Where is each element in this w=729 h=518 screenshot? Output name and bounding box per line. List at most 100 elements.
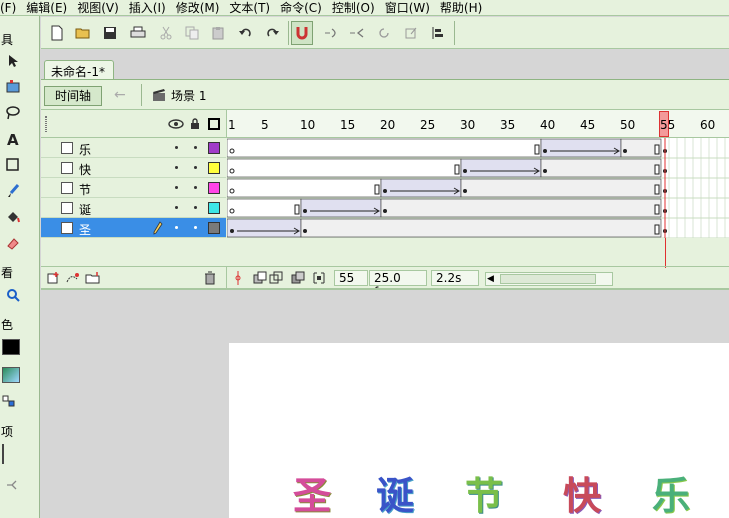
insert-layer-folder-icon[interactable] (85, 271, 101, 285)
visibility-dot[interactable] (175, 146, 178, 149)
stage-char-le[interactable]: 乐 (652, 465, 690, 518)
layer-row-kuai[interactable]: 快 (41, 158, 226, 178)
menu-insert[interactable]: 插入(I) (124, 0, 171, 16)
menu-edit[interactable]: 编辑(E) (21, 0, 72, 16)
pencil-icon (153, 221, 163, 235)
scroll-left-arrow-icon[interactable]: ◀ (487, 273, 494, 285)
delete-layer-icon[interactable] (204, 271, 216, 285)
open-file-button[interactable] (74, 24, 92, 42)
stage-char-dan[interactable]: 诞 (376, 465, 414, 518)
menu-window[interactable]: 窗口(W) (380, 0, 435, 16)
frame-rate-readout[interactable]: 25.0 fps (369, 270, 427, 299)
onion-skin-icon[interactable] (253, 271, 267, 285)
copy-icon (185, 26, 199, 40)
copy-button (183, 24, 201, 42)
open-folder-icon (75, 28, 90, 39)
stage-char-kuai[interactable]: 快 (563, 465, 601, 518)
timeline-toggle-button[interactable]: 时间轴 (44, 86, 102, 106)
lock-dot[interactable] (194, 206, 197, 209)
visibility-dot[interactable] (175, 166, 178, 169)
visibility-dot[interactable] (175, 206, 178, 209)
layer-name[interactable]: 圣 (79, 221, 91, 238)
layer-row-sheng[interactable]: 圣 (41, 218, 226, 238)
scale-icon (405, 27, 417, 39)
lasso-tool-icon[interactable] (6, 106, 20, 120)
lock-dot[interactable] (194, 166, 197, 169)
frame-grid[interactable] (227, 138, 729, 238)
layer-row-dan[interactable]: 诞 (41, 198, 226, 218)
text-tool-icon[interactable]: A (6, 132, 20, 146)
layer-name[interactable]: 诞 (79, 201, 91, 218)
layer-color-box[interactable] (208, 142, 220, 154)
smooth-icon (325, 28, 336, 38)
snap-to-objects-button[interactable] (291, 21, 313, 45)
onion-skin-outlines-icon[interactable] (269, 271, 283, 285)
new-file-button[interactable] (48, 24, 66, 42)
view-label: 看 (1, 266, 14, 280)
scale-button[interactable] (402, 24, 420, 42)
menu-control[interactable]: 控制(O) (327, 0, 380, 16)
snap-option-icon[interactable] (6, 478, 20, 492)
layer-color-box[interactable] (208, 182, 220, 194)
drag-handle[interactable] (45, 116, 47, 132)
eraser-tool-icon[interactable] (6, 236, 20, 250)
paint-bucket-icon[interactable] (6, 210, 20, 224)
straighten-icon (350, 28, 364, 38)
document-tab[interactable]: 未命名-1* (44, 60, 114, 79)
modify-onion-markers-icon[interactable] (312, 271, 326, 285)
rectangle-tool-icon[interactable] (6, 158, 20, 172)
menu-text[interactable]: 文本(T) (224, 0, 275, 16)
outline-toggle-icon[interactable] (208, 118, 220, 130)
layer-color-box[interactable] (208, 162, 220, 174)
rotate-button[interactable] (375, 24, 393, 42)
zoom-icon[interactable] (6, 288, 20, 302)
horizontal-scrollbar[interactable]: ◀ (485, 272, 613, 286)
straighten-button[interactable] (348, 24, 366, 42)
fill-color-swatch[interactable] (2, 367, 20, 383)
swap-colors-icon[interactable] (2, 394, 16, 408)
redo-button[interactable] (263, 24, 281, 42)
menu-modify[interactable]: 修改(M) (171, 0, 225, 16)
layer-name[interactable]: 节 (79, 181, 91, 198)
edit-multiple-frames-icon[interactable] (291, 271, 305, 285)
scrollbar-thumb[interactable] (500, 274, 596, 284)
print-button[interactable] (129, 24, 147, 42)
brush-tool-icon[interactable] (6, 184, 20, 198)
align-icon (432, 27, 443, 39)
layer-color-box[interactable] (208, 222, 220, 234)
scene-name[interactable]: 场景 1 (171, 87, 206, 104)
add-layer-icon[interactable] (46, 271, 60, 285)
save-button[interactable] (101, 24, 119, 42)
align-button[interactable] (429, 24, 447, 42)
lock-icon[interactable] (189, 118, 201, 130)
layer-row-le[interactable]: 乐 (41, 138, 226, 158)
center-frame-icon[interactable] (233, 271, 243, 285)
menu-file[interactable]: (F) (0, 0, 21, 16)
toolbar-separator (454, 21, 455, 45)
frame-ruler[interactable]: 1 5 10 15 20 25 30 35 40 45 50 55 60 (226, 110, 729, 138)
lock-dot[interactable] (194, 186, 197, 189)
tick-label: 5 (261, 118, 269, 132)
eye-icon[interactable] (168, 118, 184, 130)
visibility-dot[interactable] (175, 186, 178, 189)
add-motion-guide-icon[interactable] (65, 271, 81, 285)
lock-dot[interactable] (194, 226, 197, 229)
visibility-dot[interactable] (175, 226, 178, 229)
layer-row-jie[interactable]: 节 (41, 178, 226, 198)
layer-color-box[interactable] (208, 202, 220, 214)
free-transform-icon[interactable] (6, 80, 20, 94)
stage-char-jie[interactable]: 节 (465, 465, 503, 518)
scissors-icon (160, 26, 172, 40)
stroke-color-swatch[interactable] (2, 339, 20, 355)
layer-name[interactable]: 快 (79, 161, 91, 178)
lock-dot[interactable] (194, 146, 197, 149)
menu-commands[interactable]: 命令(C) (275, 0, 327, 16)
menu-help[interactable]: 帮助(H) (435, 0, 487, 16)
menu-view[interactable]: 视图(V) (72, 0, 124, 16)
back-arrow-icon[interactable]: ← (114, 87, 132, 103)
smooth-button[interactable] (323, 24, 341, 42)
stage-char-sheng[interactable]: 圣 (293, 465, 331, 518)
layer-name[interactable]: 乐 (79, 141, 91, 158)
arrow-tool-icon[interactable] (6, 54, 20, 68)
undo-button[interactable] (237, 24, 255, 42)
